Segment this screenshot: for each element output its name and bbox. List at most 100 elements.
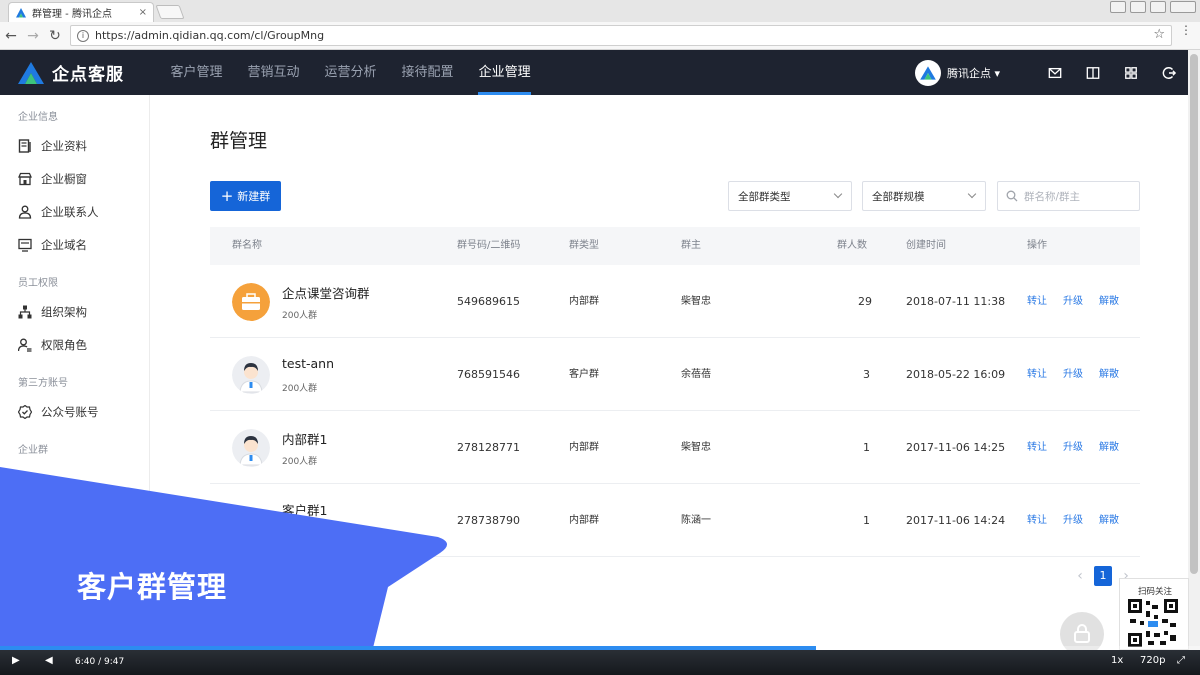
sidebar-item-company-contacts[interactable]: 企业联系人 [18,204,99,220]
new-tab-button[interactable] [155,5,185,19]
group-scale-select[interactable]: 全部群规模 [862,181,986,211]
search-placeholder: 群名称/群主 [1024,190,1081,203]
org-chart-icon [18,305,32,319]
video-quality[interactable]: 720p [1140,655,1165,666]
sidebar-item-org-structure[interactable]: 组织架构 [18,304,87,320]
mail-icon[interactable] [1048,66,1062,80]
transfer-link[interactable]: 转让 [1027,338,1047,411]
dissolve-link[interactable]: 解散 [1099,338,1119,411]
sidebar-item-label: 权限角色 [41,338,87,352]
group-scale-value: 全部群规模 [872,190,925,203]
group-count: 3 [863,368,870,381]
scroll-thumb[interactable] [1190,54,1198,574]
table-row: test-ann 200人群 768591546 客户群 余蓓蓓 3 2018-… [210,338,1140,411]
group-number: 278128771 [457,441,520,454]
nav-menu: 客户管理 营销互动 运营分析 接待配置 企业管理 [158,50,543,95]
column-header-actions: 操作 [1027,240,1047,251]
play-icon[interactable]: ▶ [12,655,20,666]
column-header-owner: 群主 [681,240,701,251]
minimize-icon[interactable] [1130,1,1146,13]
maximize-icon[interactable] [1150,1,1166,13]
nav-item-customer[interactable]: 客户管理 [158,50,235,95]
chevron-down-icon [967,189,977,199]
logout-icon[interactable] [1162,66,1176,80]
new-group-button[interactable]: + 新建群 [210,181,281,211]
nav-item-analytics[interactable]: 运营分析 [312,50,389,95]
back-icon[interactable]: ← [0,28,22,44]
storefront-icon [18,172,32,186]
sidebar-item-label: 组织架构 [41,305,87,319]
group-created: 2018-05-22 16:09 [906,368,1006,381]
dissolve-link[interactable]: 解散 [1099,265,1119,338]
close-window-icon[interactable] [1170,1,1196,13]
upgrade-link[interactable]: 升级 [1063,484,1083,557]
bookmark-star-icon[interactable]: ☆ [1153,27,1165,42]
video-time: 6:40 / 9:47 [75,657,125,667]
group-owner: 柴智忠 [681,442,711,453]
upgrade-link[interactable]: 升级 [1063,338,1083,411]
nav-item-marketing[interactable]: 营销互动 [235,50,312,95]
document-icon [18,139,31,153]
sidebar-item-company-domain[interactable]: 企业域名 [18,237,87,253]
qr-code-card: 扫码关注 [1119,578,1189,650]
group-type-value: 全部群类型 [738,190,791,203]
playback-speed[interactable]: 1x [1111,655,1123,666]
group-name[interactable]: test-ann [282,356,334,371]
user-avatar[interactable] [914,59,941,86]
person-avatar-icon [232,429,270,467]
dissolve-link[interactable]: 解散 [1099,484,1119,557]
apps-grid-icon[interactable] [1124,66,1138,80]
sidebar-item-permission-roles[interactable]: 权限角色 [18,337,87,353]
page-scrollbar[interactable] [1188,50,1200,650]
nav-item-reception[interactable]: 接待配置 [389,50,466,95]
sidebar-group-title: 第三方账号 [18,378,68,389]
column-header-type: 群类型 [569,240,599,251]
forward-icon[interactable]: → [22,28,44,44]
volume-icon[interactable]: ◀ [45,655,53,666]
transfer-link[interactable]: 转让 [1027,265,1047,338]
browser-menu-icon[interactable]: ⋮ [1180,24,1192,36]
video-control-bar [0,650,1200,675]
upgrade-link[interactable]: 升级 [1063,265,1083,338]
dissolve-link[interactable]: 解散 [1099,411,1119,484]
banner-title: 客户群管理 [77,570,228,604]
top-nav: 企点客服 客户管理 营销互动 运营分析 接待配置 企业管理 腾讯企点 ▾ [0,50,1188,95]
upgrade-link[interactable]: 升级 [1063,411,1083,484]
site-info-icon[interactable]: i [77,29,89,42]
group-owner: 陈涵一 [681,515,711,526]
fullscreen-icon[interactable]: ⤢ [1177,655,1185,666]
search-input[interactable]: 群名称/群主 [997,181,1140,211]
plus-icon: + [220,186,234,205]
transfer-link[interactable]: 转让 [1027,484,1047,557]
group-name[interactable]: 内部群1 [282,429,327,448]
group-type-select[interactable]: 全部群类型 [728,181,852,211]
sidebar-item-company-showcase[interactable]: 企业橱窗 [18,171,87,187]
tab-close-icon[interactable]: × [139,7,147,18]
sidebar-item-company-profile[interactable]: 企业资料 [18,138,87,154]
reload-icon[interactable]: ↻ [44,28,66,44]
group-number: 768591546 [457,368,520,381]
brand[interactable]: 企点客服 [16,60,158,85]
profile-icon[interactable] [1110,1,1126,13]
briefcase-icon [232,283,270,321]
browser-tab[interactable]: 群管理 - 腾讯企点 × [8,2,154,22]
sidebar-group-title: 员工权限 [18,278,58,289]
sidebar-item-label: 公众号账号 [41,405,99,419]
sidebar-item-official-account[interactable]: 公众号账号 [18,404,99,420]
monitor-icon [18,238,32,252]
column-header-number: 群号码/二维码 [457,240,521,251]
chevron-down-icon [833,189,843,199]
group-name[interactable]: 企点课堂咨询群 [282,283,370,302]
table-row: 企点课堂咨询群 200人群 549689615 内部群 柴智忠 29 2018-… [210,265,1140,338]
user-role-icon [18,338,32,352]
url-input[interactable]: i https://admin.qidian.qq.com/cl/GroupMn… [70,25,1172,46]
sidebar-item-label: 企业橱窗 [41,172,87,186]
group-count: 1 [863,514,870,527]
book-icon[interactable] [1086,66,1100,80]
group-count: 29 [858,295,872,308]
nav-item-enterprise[interactable]: 企业管理 [466,50,543,95]
page-1-button[interactable]: 1 [1094,566,1112,586]
transfer-link[interactable]: 转让 [1027,411,1047,484]
prev-page-icon[interactable]: ‹ [1070,568,1090,584]
user-menu[interactable]: 腾讯企点 ▾ [947,65,1000,81]
